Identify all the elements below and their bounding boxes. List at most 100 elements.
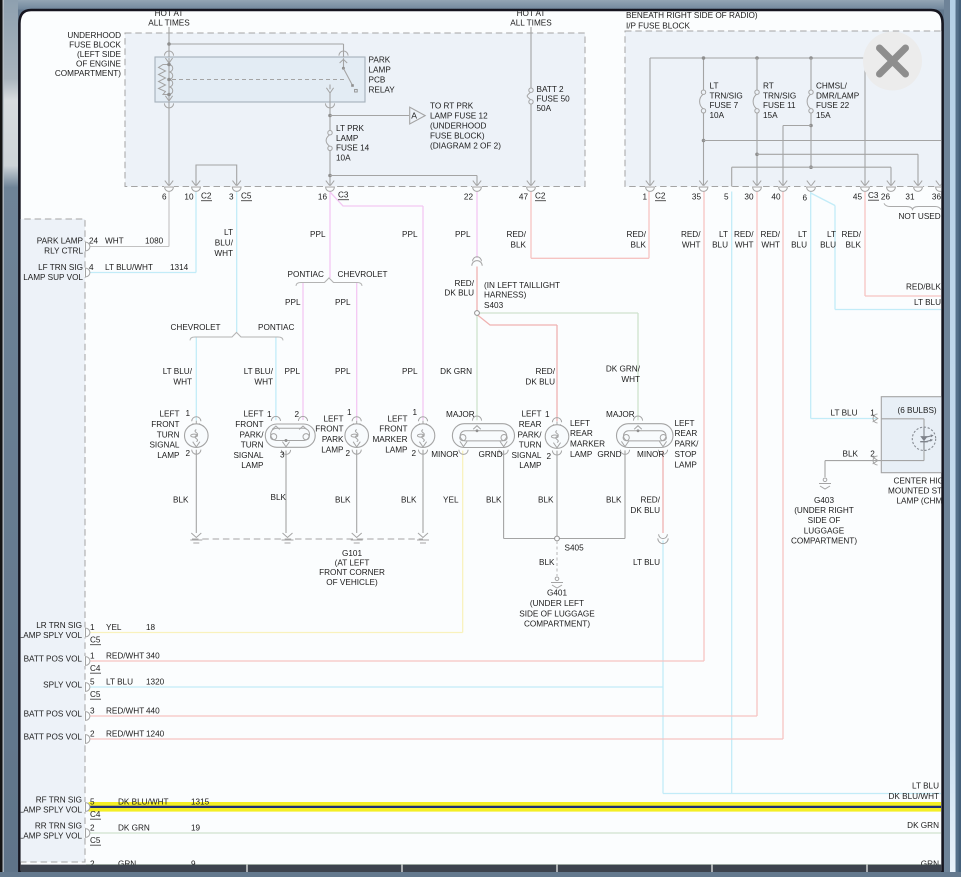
svg-text:TRN/SIG: TRN/SIG [763, 91, 796, 100]
svg-text:LEFT: LEFT [675, 419, 695, 428]
svg-text:MARKER: MARKER [570, 440, 605, 449]
svg-text:26: 26 [881, 193, 891, 202]
svg-text:10A: 10A [710, 111, 725, 120]
svg-text:PPL: PPL [455, 230, 471, 239]
svg-text:50A: 50A [537, 104, 552, 113]
svg-text:FUSE 50: FUSE 50 [537, 95, 571, 104]
svg-text:BLU: BLU [712, 240, 728, 249]
svg-text:STOP: STOP [675, 450, 698, 459]
svg-text:LEFT: LEFT [387, 414, 407, 423]
svg-text:BLK: BLK [631, 240, 647, 249]
svg-text:PARK: PARK [322, 435, 344, 444]
svg-text:LAMP SPLY VOL: LAMP SPLY VOL [19, 805, 83, 814]
svg-text:WHT: WHT [214, 249, 233, 258]
svg-text:RLY CTRL: RLY CTRL [44, 246, 83, 255]
svg-text:WHT: WHT [735, 240, 754, 249]
svg-text:DK BLU: DK BLU [444, 289, 474, 298]
svg-text:LAMP SUP VOL: LAMP SUP VOL [23, 273, 83, 282]
svg-text:LT: LT [827, 230, 836, 239]
svg-text:ALL TIMES: ALL TIMES [148, 19, 190, 28]
svg-text:RT: RT [763, 82, 774, 91]
svg-text:C5: C5 [90, 690, 101, 699]
svg-text:PARK LAMP: PARK LAMP [37, 237, 84, 246]
svg-text:G101: G101 [342, 549, 362, 558]
svg-text:LEFT: LEFT [521, 410, 541, 419]
svg-text:RED/WHT: RED/WHT [106, 652, 144, 661]
svg-text:PPL: PPL [310, 230, 326, 239]
svg-text:GRND: GRND [479, 450, 503, 459]
svg-text:1: 1 [347, 408, 352, 417]
svg-text:3: 3 [280, 451, 285, 460]
svg-text:MARKER: MARKER [372, 435, 407, 444]
svg-text:LT BLU: LT BLU [914, 298, 941, 307]
svg-text:LAMP FUSE 12: LAMP FUSE 12 [430, 112, 488, 121]
svg-text:REAR: REAR [675, 429, 698, 438]
svg-text:24: 24 [89, 237, 99, 246]
svg-text:PPL: PPL [402, 367, 418, 376]
svg-text:OF VEHICLE): OF VEHICLE) [326, 578, 378, 587]
svg-text:BATT POS VOL: BATT POS VOL [24, 709, 83, 718]
svg-text:BLK: BLK [846, 240, 862, 249]
svg-text:10: 10 [184, 193, 194, 202]
svg-text:RED/: RED/ [454, 279, 474, 288]
svg-text:LAMP: LAMP [369, 66, 392, 75]
svg-text:FRONT: FRONT [379, 425, 407, 434]
svg-text:REAR: REAR [570, 429, 593, 438]
svg-text:(UNDER RIGHT: (UNDER RIGHT [794, 506, 854, 515]
svg-text:LAMP: LAMP [570, 450, 593, 459]
svg-text:CHMSL/: CHMSL/ [816, 82, 848, 91]
svg-text:1: 1 [870, 409, 875, 418]
svg-text:BLK: BLK [486, 496, 502, 505]
svg-text:RED/: RED/ [681, 230, 701, 239]
svg-text:FRONT: FRONT [315, 425, 343, 434]
svg-text:440: 440 [146, 707, 160, 716]
svg-text:RED/: RED/ [734, 230, 754, 239]
svg-text:FUSE 11: FUSE 11 [763, 101, 796, 110]
svg-text:BLK: BLK [538, 496, 554, 505]
svg-text:TURN: TURN [519, 441, 542, 450]
svg-text:1314: 1314 [170, 263, 189, 272]
svg-text:1315: 1315 [191, 798, 210, 807]
svg-text:WHT: WHT [761, 240, 780, 249]
svg-text:SIGNAL: SIGNAL [233, 451, 263, 460]
svg-text:RED/: RED/ [506, 230, 526, 239]
svg-text:LT BLU/: LT BLU/ [244, 367, 274, 376]
svg-text:47: 47 [519, 193, 529, 202]
svg-text:CENTER HIG: CENTER HIG [894, 477, 945, 486]
svg-text:3: 3 [90, 707, 95, 716]
svg-text:BLK: BLK [173, 496, 189, 505]
svg-text:DMR/LAMP: DMR/LAMP [816, 91, 860, 100]
svg-text:COMPARTMENT): COMPARTMENT) [791, 536, 857, 545]
svg-text:1: 1 [185, 409, 190, 418]
svg-text:15A: 15A [763, 111, 778, 120]
svg-text:TURN: TURN [241, 441, 264, 450]
svg-text:RED/: RED/ [535, 367, 555, 376]
svg-text:LEFT: LEFT [570, 419, 590, 428]
svg-text:1: 1 [90, 652, 95, 661]
svg-text:PARK/: PARK/ [675, 440, 700, 449]
svg-text:OF ENGINE: OF ENGINE [76, 60, 122, 69]
svg-text:PONTIAC: PONTIAC [288, 270, 324, 279]
svg-text:CHEVROLET: CHEVROLET [338, 270, 388, 279]
svg-text:RED/: RED/ [626, 230, 646, 239]
svg-text:RED/: RED/ [640, 496, 660, 505]
svg-text:LT BLU: LT BLU [831, 409, 858, 418]
svg-text:45: 45 [853, 193, 863, 202]
svg-text:2: 2 [546, 452, 551, 461]
svg-text:LAMP: LAMP [336, 134, 359, 143]
svg-text:PONTIAC: PONTIAC [258, 323, 294, 332]
svg-text:PARK: PARK [369, 56, 391, 65]
svg-text:SIDE OF: SIDE OF [808, 516, 841, 525]
svg-text:COMPARTMENT): COMPARTMENT) [55, 69, 121, 78]
svg-text:FUSE BLOCK: FUSE BLOCK [69, 41, 121, 50]
svg-text:BLK: BLK [335, 496, 351, 505]
svg-text:LAMP: LAMP [519, 461, 542, 470]
svg-text:SIDE OF LUGGAGE: SIDE OF LUGGAGE [519, 609, 595, 618]
svg-text:MINOR: MINOR [637, 450, 664, 459]
svg-text:BLK: BLK [843, 450, 859, 459]
svg-text:HARNESS): HARNESS) [484, 291, 527, 300]
svg-text:RELAY: RELAY [369, 86, 396, 95]
svg-text:LAMP: LAMP [321, 445, 344, 454]
svg-text:FUSE 22: FUSE 22 [816, 101, 850, 110]
svg-text:15A: 15A [816, 111, 831, 120]
